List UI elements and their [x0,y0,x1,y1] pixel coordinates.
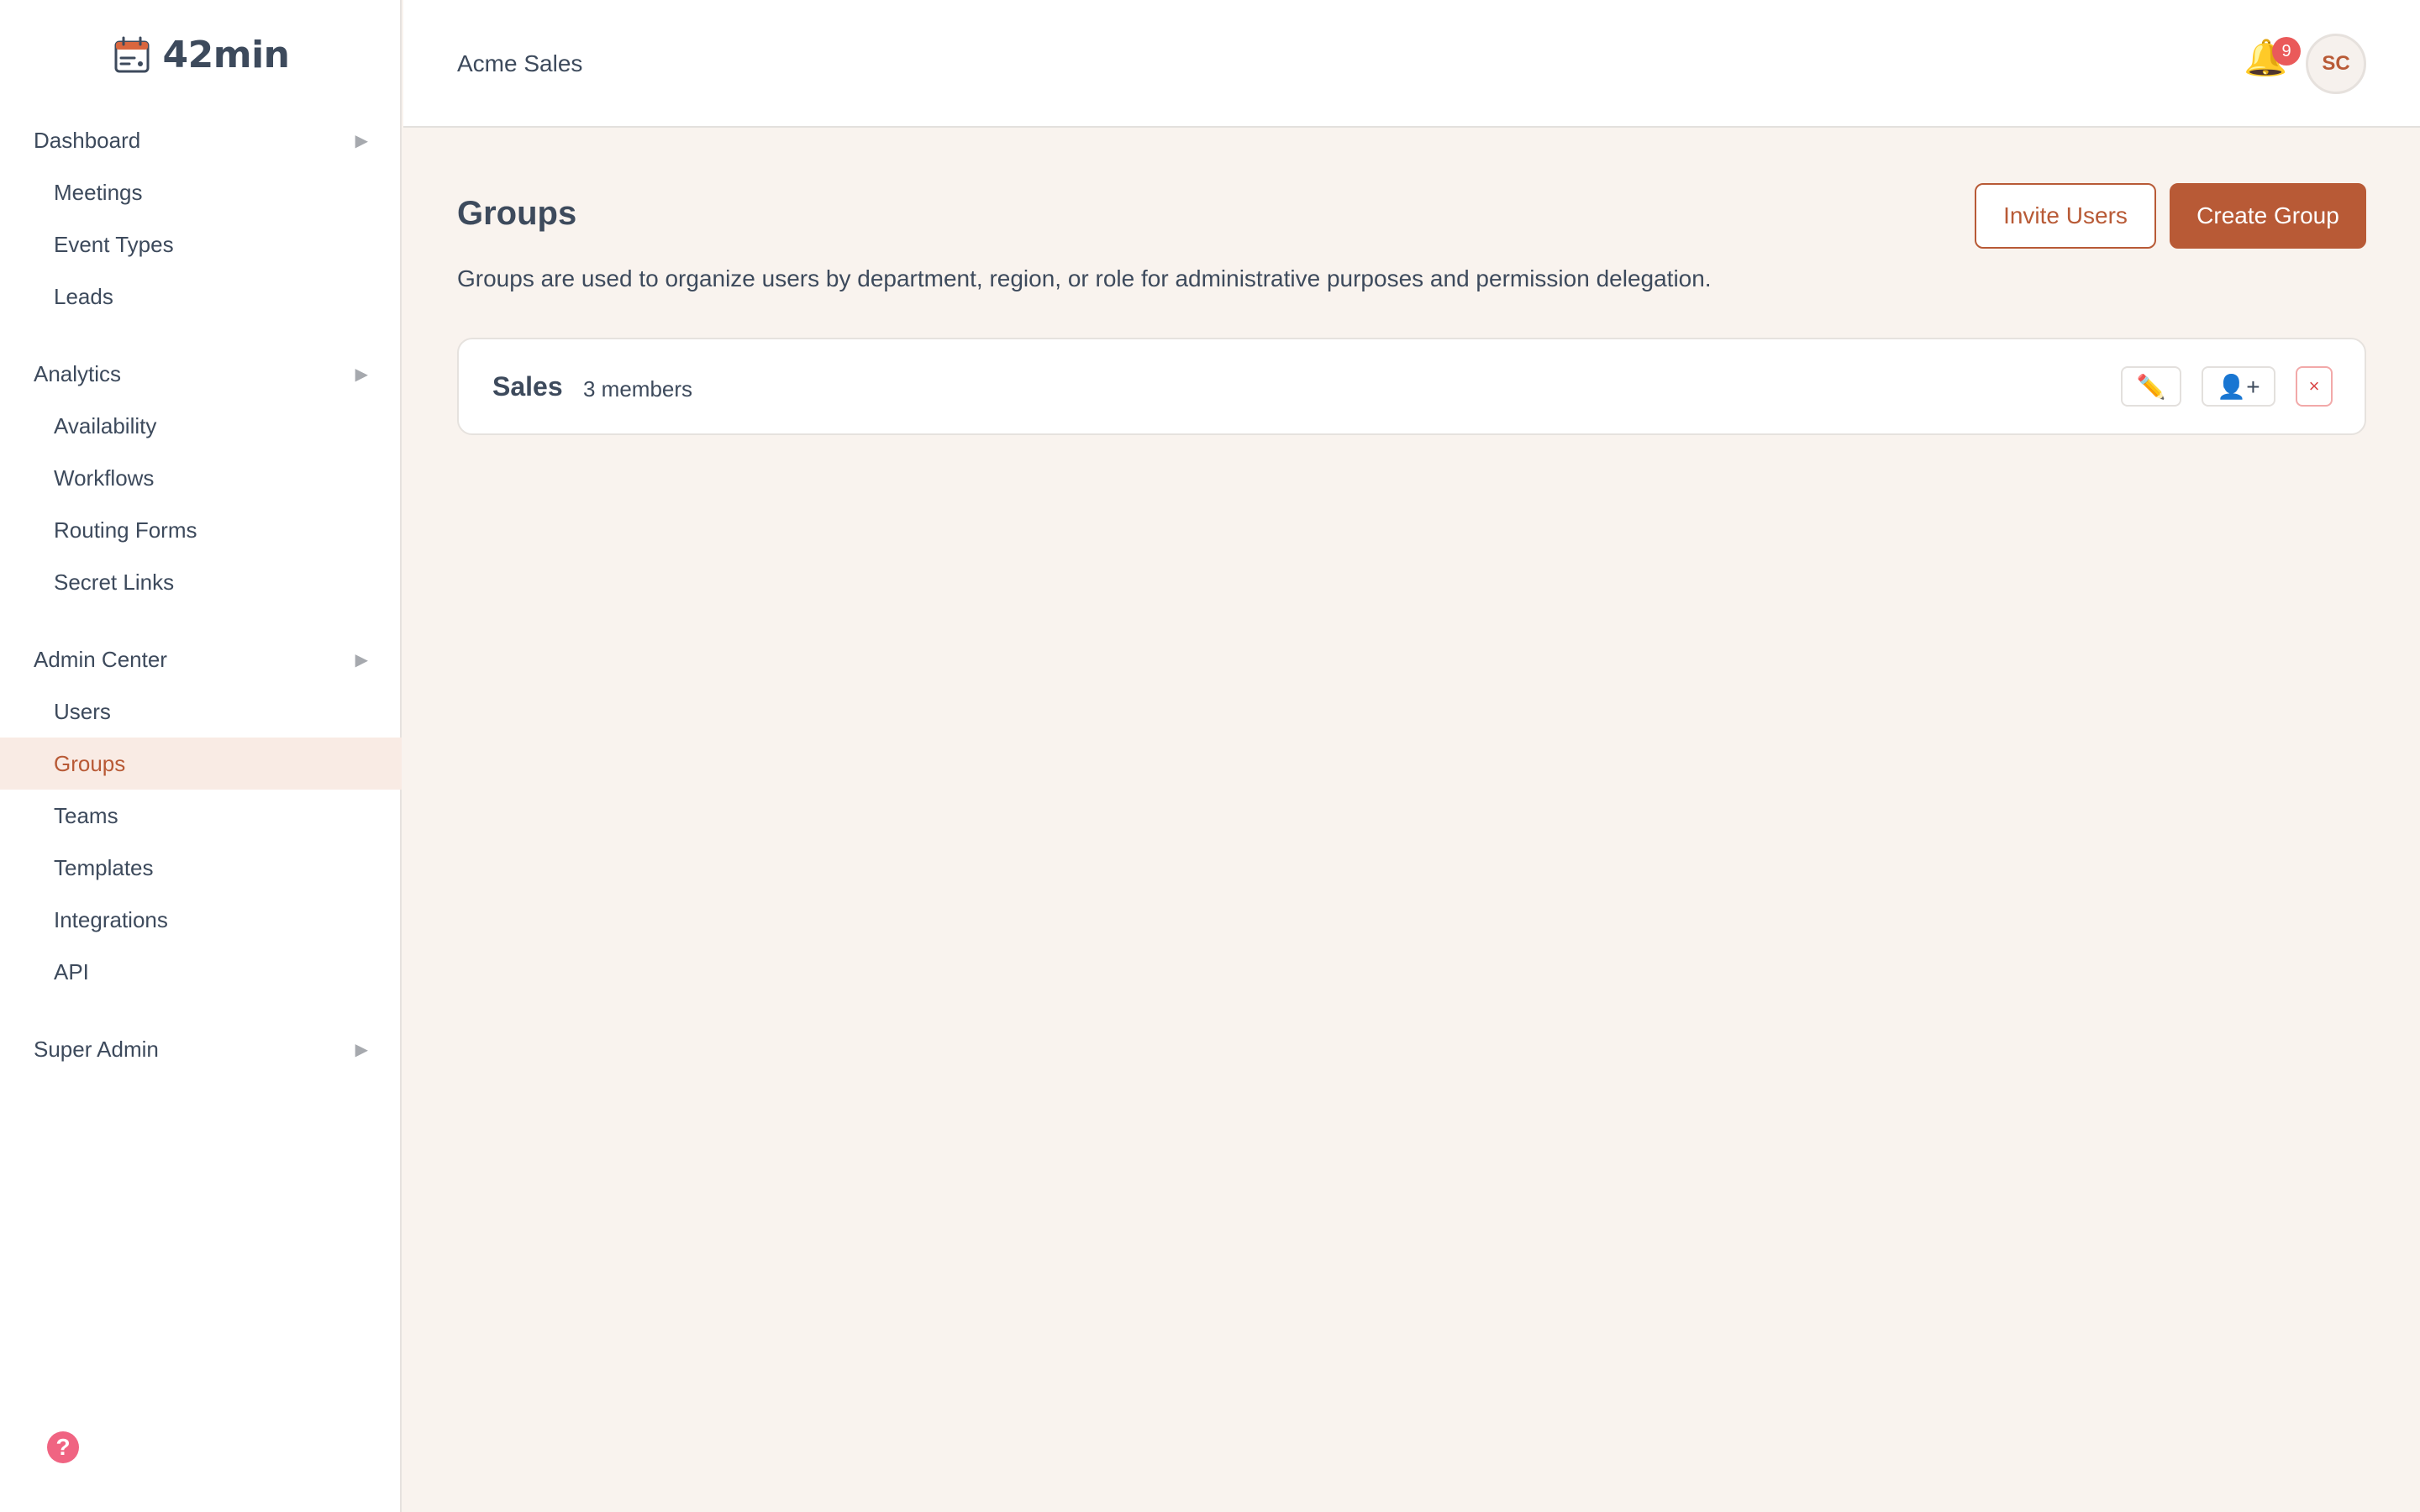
create-group-button[interactable]: Create Group [2170,183,2366,249]
chevron-right-icon: ▶ [355,650,368,669]
nav-section-label: Analytics [34,360,122,386]
add-member-button[interactable]: 👤+ [2202,366,2275,407]
nav-section-analytics: Analytics ▶ Availability Workflows Routi… [0,348,402,608]
sidebar-item-workflows[interactable]: Workflows [0,452,402,504]
sidebar-item-groups[interactable]: Groups [0,738,402,790]
add-user-icon: 👤+ [2217,373,2260,400]
top-header: Acme Sales 🔔 9 SC [403,0,2420,128]
sidebar-item-integrations[interactable]: Integrations [0,894,402,946]
pencil-icon: ✏️ [2136,373,2166,400]
sidebar-item-meetings[interactable]: Meetings [0,166,402,218]
group-card: Sales 3 members ✏️ 👤+ × [457,338,2366,435]
sidebar-item-event-types[interactable]: Event Types [0,218,402,270]
help-icon[interactable]: ? [47,1431,79,1463]
delete-group-button[interactable]: × [2296,366,2333,407]
nav-section-header-analytics[interactable]: Analytics ▶ [0,348,402,400]
group-name: Sales [492,371,563,402]
nav-section-dashboard: Dashboard ▶ Meetings Event Types Leads [0,114,402,323]
org-name: Acme Sales [457,50,583,76]
calendar-icon [114,36,149,72]
chevron-right-icon: ▶ [355,365,368,384]
nav-section-header-admin-center[interactable]: Admin Center ▶ [0,633,402,685]
nav-section-label: Super Admin [34,1036,159,1062]
sidebar-item-leads[interactable]: Leads [0,270,402,323]
nav-section-label: Admin Center [34,646,167,672]
chevron-right-icon: ▶ [355,1040,368,1059]
page-title: Groups [457,195,577,232]
logo-text: 42min [162,34,290,76]
notification-badge: 9 [2272,37,2301,66]
close-icon: × [2308,375,2320,396]
chevron-right-icon: ▶ [355,131,368,150]
sidebar-item-secret-links[interactable]: Secret Links [0,556,402,608]
group-member-count: 3 members [583,376,693,402]
edit-group-button[interactable]: ✏️ [2121,366,2181,407]
app-logo[interactable]: 42min [0,34,402,76]
invite-users-button[interactable]: Invite Users [1975,183,2156,249]
page-description: Groups are used to organize users by dep… [457,265,1712,291]
avatar[interactable]: SC [2306,34,2366,94]
nav-section-admin-center: Admin Center ▶ Users Groups Teams Templa… [0,633,402,998]
sidebar-item-teams[interactable]: Teams [0,790,402,842]
nav-section-header-dashboard[interactable]: Dashboard ▶ [0,114,402,166]
nav-section-label: Dashboard [34,127,141,153]
sidebar-item-routing-forms[interactable]: Routing Forms [0,504,402,556]
nav-section-super-admin: Super Admin ▶ [0,1023,402,1075]
sidebar-item-availability[interactable]: Availability [0,400,402,452]
nav-section-header-super-admin[interactable]: Super Admin ▶ [0,1023,402,1075]
sidebar-item-api[interactable]: API [0,946,402,998]
sidebar-item-templates[interactable]: Templates [0,842,402,894]
sidebar-item-users[interactable]: Users [0,685,402,738]
sidebar: 42min Dashboard ▶ Meetings Event Types L… [0,0,402,1512]
